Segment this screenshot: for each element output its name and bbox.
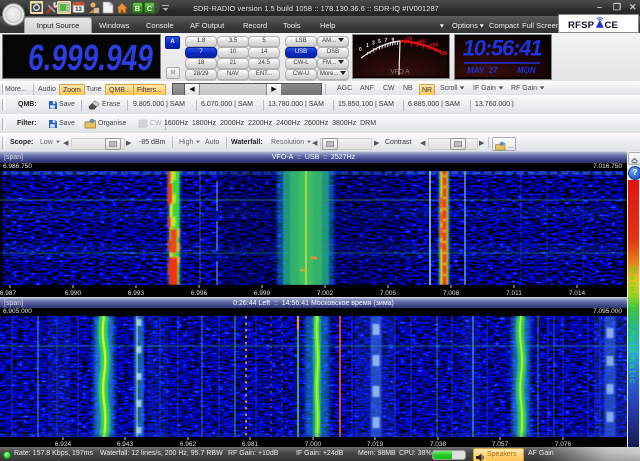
- svg-text:7.005: 7.005: [380, 290, 397, 297]
- svg-text:1: 1: [366, 43, 369, 49]
- svg-text:7.008: 7.008: [443, 290, 460, 297]
- svg-text:5: 5: [378, 39, 381, 45]
- svg-text:Waterfall: Automatic: Waterfall: Automatic: [628, 266, 637, 385]
- svg-text:+40: +40: [417, 39, 426, 45]
- svg-text:13: 13: [75, 7, 82, 13]
- svg-text:+20: +20: [404, 37, 413, 43]
- svg-text:10:56:41: 10:56:41: [463, 36, 542, 61]
- svg-text:6.996: 6.996: [191, 290, 208, 297]
- svg-text:0: 0: [359, 47, 362, 53]
- svg-text:9: 9: [392, 38, 395, 44]
- svg-text:6.990: 6.990: [65, 290, 82, 297]
- svg-text:dB: dB: [441, 51, 447, 57]
- svg-text:MON: MON: [517, 66, 536, 75]
- svg-text:7: 7: [385, 38, 388, 44]
- svg-text:7.002: 7.002: [317, 290, 334, 297]
- svg-text:B: B: [135, 4, 141, 13]
- svg-text:6.999: 6.999: [254, 290, 271, 297]
- svg-text:6.993: 6.993: [128, 290, 145, 297]
- svg-text:RFSP: RFSP: [568, 20, 595, 31]
- svg-text:6.987: 6.987: [0, 290, 17, 297]
- svg-text:7.011: 7.011: [506, 290, 522, 297]
- svg-text:CE: CE: [605, 20, 619, 31]
- svg-text:7.014: 7.014: [569, 290, 586, 297]
- svg-text:MAY 27: MAY 27: [467, 66, 498, 75]
- svg-text:VFO A: VFO A: [390, 69, 410, 76]
- svg-text:C: C: [147, 4, 153, 13]
- svg-text:+60: +60: [430, 43, 439, 49]
- svg-text:3: 3: [372, 41, 375, 47]
